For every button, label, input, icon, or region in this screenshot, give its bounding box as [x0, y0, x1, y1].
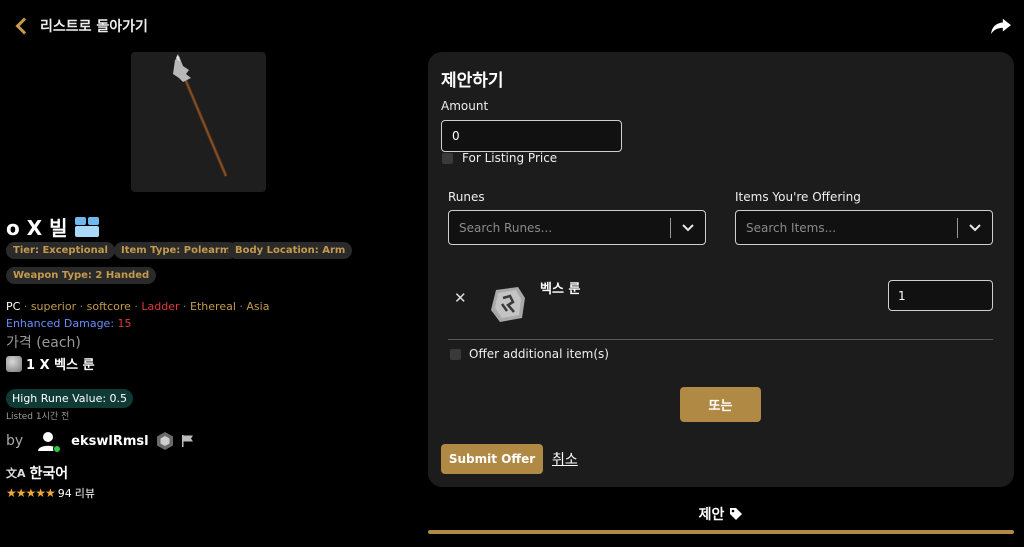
platform-label: PC	[6, 300, 21, 313]
chevron-down-icon[interactable]	[958, 223, 992, 232]
language-row: 文A 한국어	[6, 463, 68, 483]
chevron-down-icon[interactable]	[671, 223, 705, 232]
runes-select[interactable]: Search Runes...	[448, 210, 706, 245]
back-to-list-label: 리스트로 돌아가기	[40, 19, 148, 35]
back-to-list-link[interactable]: 리스트로 돌아가기	[14, 16, 148, 36]
flag-icon[interactable]	[181, 434, 195, 448]
seller-row: by ekswlRmsl	[6, 430, 195, 453]
items-search-input[interactable]: Search Items...	[736, 221, 957, 235]
additional-items-label: Offer additional item(s)	[469, 347, 609, 361]
enhanced-damage-value: 15	[117, 317, 132, 330]
rating-row[interactable]: ★★★★★ 94 리뷰	[6, 485, 95, 501]
price-value: 1 X 벡스 룬	[26, 358, 95, 373]
or-button[interactable]: 또는	[680, 387, 761, 422]
quality-label: superior	[30, 300, 77, 313]
item-image	[131, 52, 266, 192]
ladder-label: Ladder	[141, 300, 180, 313]
share-icon[interactable]	[990, 16, 1012, 36]
listing-price-label: For Listing Price	[462, 151, 558, 165]
high-rune-value-badge: High Rune Value: 0.5	[6, 389, 134, 408]
enhanced-damage: Enhanced Damage: 15	[6, 317, 132, 330]
by-label: by	[6, 433, 24, 449]
items-offering-label: Items You're Offering	[735, 190, 861, 204]
vex-rune-image	[491, 287, 525, 322]
ethereal-label: Ethereal	[190, 300, 236, 313]
polearm-image	[173, 54, 228, 177]
language-label: 한국어	[29, 466, 69, 482]
rune-quantity-input[interactable]	[888, 280, 993, 311]
item-title: o X 빌	[6, 216, 68, 240]
tag-tier: Tier: Exceptional	[6, 242, 115, 259]
tag-weapon-type: Weapon Type: 2 Handed	[6, 267, 157, 284]
offers-tab-underline	[428, 530, 1014, 534]
price-row: 1 X 벡스 룬	[6, 354, 95, 373]
selected-rune-name: 벡스 룬	[540, 282, 581, 297]
region-label: Asia	[246, 300, 270, 313]
rune-icon	[6, 355, 22, 372]
avatar[interactable]	[37, 430, 62, 453]
seller-name[interactable]: ekswlRmsl	[71, 434, 148, 449]
price-label: 가격 (each)	[6, 335, 81, 351]
reviews-count: 94	[57, 486, 72, 500]
enhanced-damage-label: Enhanced Damage:	[6, 317, 115, 330]
listing-price-checkbox[interactable]	[442, 153, 453, 164]
items-select[interactable]: Search Items...	[735, 210, 993, 245]
amount-label: Amount	[441, 99, 489, 113]
additional-items-checkbox[interactable]	[450, 349, 461, 360]
translate-icon: 文A	[6, 467, 26, 480]
runes-label: Runes	[448, 190, 485, 204]
runes-search-input[interactable]: Search Runes...	[449, 221, 670, 235]
star-rating-icon: ★★★★★	[6, 486, 56, 500]
remove-rune-icon[interactable]: ✕	[454, 289, 467, 307]
amount-input[interactable]	[441, 120, 622, 152]
tag-item-type: Item Type: Polearm	[114, 242, 238, 259]
verified-badge-icon	[156, 432, 173, 450]
offers-tab[interactable]: 제안	[428, 504, 1014, 524]
offer-panel-title: 제안하기	[441, 71, 504, 91]
chevron-left-icon	[15, 17, 33, 35]
item-attributes: PC · superior · softcore · Ladder · Ethe…	[6, 300, 270, 313]
tag-icon	[730, 508, 743, 520]
reviews-label: 리뷰	[74, 487, 96, 500]
online-status-dot	[53, 445, 62, 453]
offer-panel: 제안하기 Amount For Listing Price Runes Sear…	[428, 52, 1014, 487]
cancel-link[interactable]: 취소	[552, 449, 578, 469]
tag-body-location: Body Location: Arm	[228, 242, 353, 259]
item-type-icon	[74, 216, 99, 237]
listed-time: Listed 1시간 전	[6, 412, 70, 422]
divider	[448, 339, 993, 340]
mode-label: softcore	[86, 300, 131, 313]
submit-offer-button[interactable]: Submit Offer	[441, 444, 543, 474]
offers-heading: 제안	[698, 507, 725, 523]
